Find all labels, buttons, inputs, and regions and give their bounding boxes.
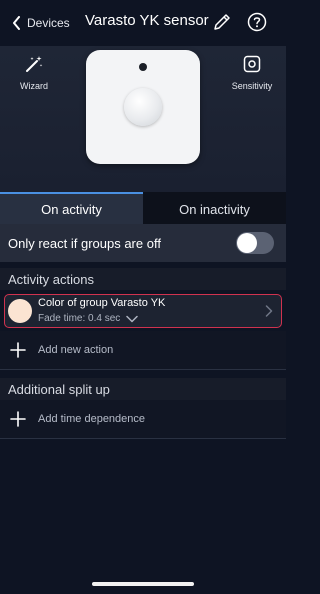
page-title: Varasto YK sensor <box>85 12 209 29</box>
groups-off-row: Only react if groups are off <box>0 224 286 262</box>
activity-actions-header: Activity actions <box>0 268 286 290</box>
groups-off-label: Only react if groups are off <box>8 235 161 251</box>
sensitivity-button[interactable]: Sensitivity <box>228 54 276 91</box>
top-bar: Devices Varasto YK sensor <box>0 0 286 46</box>
help-icon[interactable] <box>247 12 267 32</box>
back-button[interactable]: Devices <box>12 13 70 33</box>
tab-on-activity[interactable]: On activity <box>0 192 143 224</box>
wizard-button[interactable]: Wizard <box>14 54 54 91</box>
add-new-action-button[interactable]: Add new action <box>0 331 286 369</box>
back-label: Devices <box>27 16 70 30</box>
chevron-right-icon <box>265 305 273 317</box>
color-swatch <box>8 299 32 323</box>
wizard-label: Wizard <box>19 81 48 91</box>
add-new-action-label: Add new action <box>38 344 114 356</box>
sensitivity-label: Sensitivity <box>231 81 273 91</box>
chevron-down-icon[interactable] <box>126 315 139 323</box>
groups-off-toggle[interactable] <box>236 232 274 254</box>
sensor-hero: Wizard Sensitivity <box>0 46 286 192</box>
plus-icon <box>10 411 26 427</box>
tab-bar: On activity On inactivity <box>0 192 286 224</box>
tab-on-inactivity[interactable]: On inactivity <box>143 192 286 224</box>
motion-sensor-image <box>86 50 200 164</box>
split-up-header: Additional split up <box>0 378 286 400</box>
add-time-dependence-label: Add time dependence <box>38 413 146 425</box>
home-indicator[interactable] <box>92 582 194 586</box>
plus-icon <box>10 342 26 358</box>
action-item[interactable]: Color of group Varasto YK Fade time: 0.4… <box>4 294 282 328</box>
toggle-knob <box>237 233 257 253</box>
add-time-dependence-button[interactable]: Add time dependence <box>0 400 286 438</box>
divider <box>0 369 286 370</box>
pencil-icon[interactable] <box>212 12 232 32</box>
divider <box>0 438 286 439</box>
magic-wand-icon <box>26 56 43 72</box>
chevron-left-icon <box>13 16 20 30</box>
sensitivity-icon <box>243 55 261 73</box>
sensor-indicator-dot <box>139 63 147 71</box>
fade-time-label: Fade time: 0.4 sec <box>38 313 121 324</box>
sensor-lens <box>124 88 162 126</box>
action-title: Color of group Varasto YK <box>38 297 166 309</box>
action-subtitle: Fade time: 0.4 sec <box>38 313 139 324</box>
